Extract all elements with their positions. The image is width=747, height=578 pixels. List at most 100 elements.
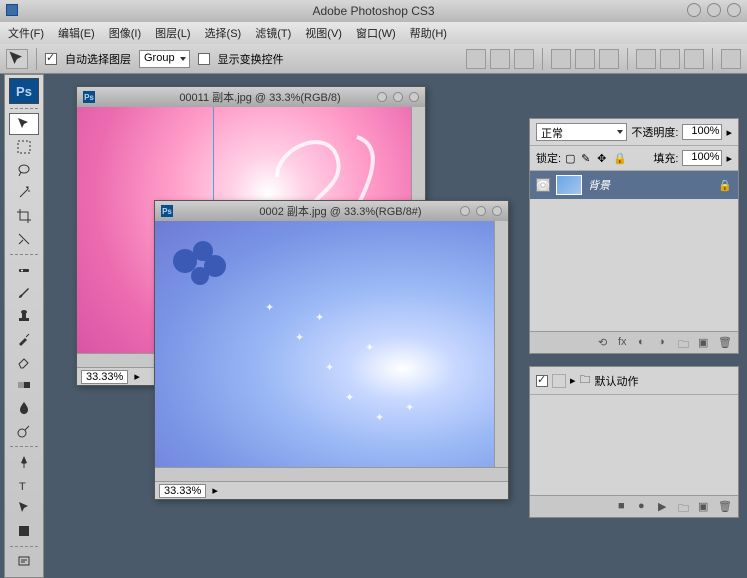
opacity-flyout-icon[interactable]: ▸ xyxy=(726,126,732,139)
doc-maximize-button[interactable] xyxy=(476,206,486,216)
blend-mode-dropdown[interactable]: 正常 xyxy=(536,123,627,141)
doc-title-1: 00011 副本.jpg @ 33.3%(RGB/8) xyxy=(101,89,419,105)
maximize-button[interactable] xyxy=(707,3,721,17)
fill-label: 填充: xyxy=(653,150,678,166)
scrollbar-h[interactable] xyxy=(155,467,508,481)
eraser-tool[interactable] xyxy=(9,351,39,373)
link-layers-icon[interactable]: ⟲ xyxy=(598,336,612,350)
wand-tool[interactable] xyxy=(9,182,39,204)
align-hcenter-button[interactable] xyxy=(575,49,595,69)
toolbox: Ps T xyxy=(4,74,44,578)
move-tool-icon[interactable] xyxy=(6,49,28,69)
pen-tool[interactable] xyxy=(9,451,39,473)
lock-position-icon[interactable]: ✥ xyxy=(597,152,609,164)
menu-edit[interactable]: 编辑(E) xyxy=(58,25,95,41)
doc-maximize-button[interactable] xyxy=(393,92,403,102)
auto-select-dropdown[interactable]: Group xyxy=(139,50,190,68)
layer-mask-icon[interactable]: ◐ xyxy=(638,336,652,350)
show-transform-label: 显示变换控件 xyxy=(218,51,284,67)
close-button[interactable] xyxy=(727,3,741,17)
menu-filter[interactable]: 滤镜(T) xyxy=(255,25,291,41)
doc-titlebar-1[interactable]: Ps 00011 副本.jpg @ 33.3%(RGB/8) xyxy=(77,87,425,107)
delete-action-icon[interactable]: 🗑 xyxy=(718,500,732,514)
distribute-v-button[interactable] xyxy=(660,49,680,69)
doc-titlebar-2[interactable]: Ps 0002 副本.jpg @ 33.3%(RGB/8#) xyxy=(155,201,508,221)
document-window-2[interactable]: Ps 0002 副本.jpg @ 33.3%(RGB/8#) ✦✦✦✦✦✦✦✦ … xyxy=(154,200,509,500)
history-brush-tool[interactable] xyxy=(9,328,39,350)
doc-minimize-button[interactable] xyxy=(377,92,387,102)
menu-layer[interactable]: 图层(L) xyxy=(155,25,190,41)
align-bottom-button[interactable] xyxy=(514,49,534,69)
doc-close-button[interactable] xyxy=(409,92,419,102)
lock-pixels-icon[interactable]: ✎ xyxy=(581,152,593,164)
auto-select-checkbox[interactable] xyxy=(45,53,57,65)
menu-help[interactable]: 帮助(H) xyxy=(410,25,447,41)
path-select-tool[interactable] xyxy=(9,497,39,519)
stamp-tool[interactable] xyxy=(9,305,39,327)
heal-tool[interactable] xyxy=(9,259,39,281)
align-right-button[interactable] xyxy=(599,49,619,69)
menu-select[interactable]: 选择(S) xyxy=(205,25,242,41)
actions-panel: ▸ 🗀 默认动作 ■ ● ▶ 🗀 ▣ 🗑 xyxy=(529,366,739,518)
lock-transparency-icon[interactable]: ▢ xyxy=(565,152,577,164)
distribute-h-button[interactable] xyxy=(636,49,656,69)
arrange-button[interactable] xyxy=(721,49,741,69)
type-tool[interactable]: T xyxy=(9,474,39,496)
marquee-tool[interactable] xyxy=(9,136,39,158)
layer-name[interactable]: 背景 xyxy=(588,177,610,193)
app-titlebar: Adobe Photoshop CS3 xyxy=(0,0,747,22)
fill-flyout-icon[interactable]: ▸ xyxy=(726,152,732,165)
shape-tool[interactable] xyxy=(9,520,39,542)
layer-row[interactable]: 👁 背景 🔒 xyxy=(530,171,738,199)
move-tool[interactable] xyxy=(9,113,39,135)
slice-tool[interactable] xyxy=(9,228,39,250)
new-set-icon[interactable]: 🗀 xyxy=(678,500,692,514)
doc-info-icon[interactable]: ▸ xyxy=(212,484,218,497)
menu-image[interactable]: 图像(I) xyxy=(109,25,141,41)
expand-icon[interactable]: ▸ xyxy=(570,374,576,387)
action-toggle-checkbox[interactable] xyxy=(536,375,548,387)
minimize-button[interactable] xyxy=(687,3,701,17)
delete-layer-icon[interactable]: 🗑 xyxy=(718,336,732,350)
visibility-toggle[interactable]: 👁 xyxy=(536,178,550,192)
new-layer-icon[interactable]: ▣ xyxy=(698,336,712,350)
lock-all-icon[interactable]: 🔒 xyxy=(613,152,625,164)
group-icon[interactable]: 🗀 xyxy=(678,336,692,350)
crop-tool[interactable] xyxy=(9,205,39,227)
doc-canvas-2[interactable]: ✦✦✦✦✦✦✦✦ xyxy=(155,221,508,467)
scrollbar-v[interactable] xyxy=(494,221,508,467)
fill-input[interactable]: 100% xyxy=(682,150,722,166)
notes-tool[interactable] xyxy=(9,551,39,573)
svg-text:T: T xyxy=(19,481,26,493)
action-set-name[interactable]: 默认动作 xyxy=(595,373,639,389)
doc-minimize-button[interactable] xyxy=(460,206,470,216)
align-top-button[interactable] xyxy=(466,49,486,69)
new-action-icon[interactable]: ▣ xyxy=(698,500,712,514)
dodge-tool[interactable] xyxy=(9,420,39,442)
svg-text:✦: ✦ xyxy=(295,332,304,344)
action-dialog-toggle[interactable] xyxy=(552,374,566,388)
doc-info-icon[interactable]: ▸ xyxy=(134,370,140,383)
distribute-3-button[interactable] xyxy=(684,49,704,69)
play-icon[interactable]: ▶ xyxy=(658,500,672,514)
menu-view[interactable]: 视图(V) xyxy=(305,25,342,41)
doc-close-button[interactable] xyxy=(492,206,502,216)
layer-thumbnail[interactable] xyxy=(556,175,582,195)
show-transform-checkbox[interactable] xyxy=(198,53,210,65)
adjustment-layer-icon[interactable]: ◑ xyxy=(658,336,672,350)
window-controls xyxy=(687,3,741,17)
menu-window[interactable]: 窗口(W) xyxy=(356,25,396,41)
lasso-tool[interactable] xyxy=(9,159,39,181)
record-icon[interactable]: ● xyxy=(638,500,652,514)
gradient-tool[interactable] xyxy=(9,374,39,396)
align-vcenter-button[interactable] xyxy=(490,49,510,69)
opacity-input[interactable]: 100% xyxy=(682,124,722,140)
zoom-input-1[interactable]: 33.33% xyxy=(81,370,128,384)
blur-tool[interactable] xyxy=(9,397,39,419)
layer-style-icon[interactable]: fx xyxy=(618,336,632,350)
stop-icon[interactable]: ■ xyxy=(618,500,632,514)
align-left-button[interactable] xyxy=(551,49,571,69)
menu-file[interactable]: 文件(F) xyxy=(8,25,44,41)
brush-tool[interactable] xyxy=(9,282,39,304)
zoom-input-2[interactable]: 33.33% xyxy=(159,484,206,498)
